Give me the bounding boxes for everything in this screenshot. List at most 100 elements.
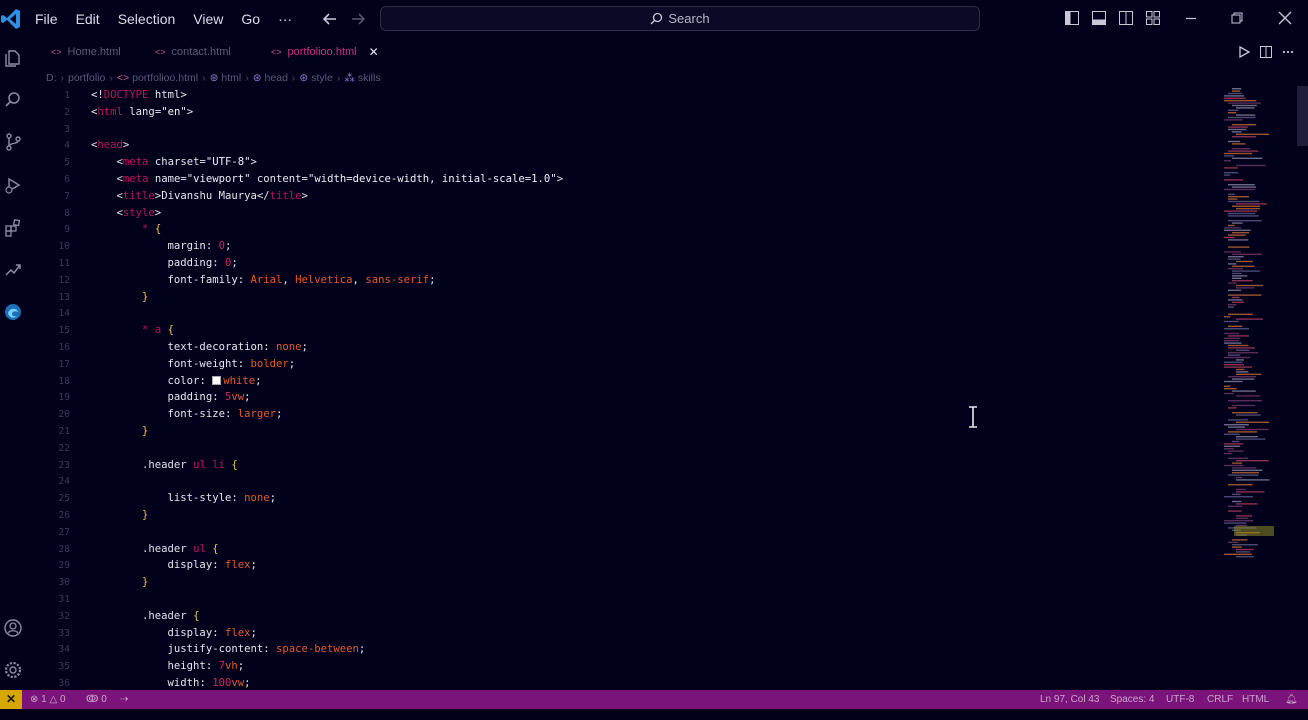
indentation[interactable]: Spaces: 4 <box>1110 690 1154 709</box>
breadcrumb-folder[interactable]: portfolio <box>68 72 105 84</box>
encoding[interactable]: UTF-8 <box>1166 690 1194 709</box>
minimap-line <box>1236 460 1269 462</box>
code-line[interactable]: 19 padding: 5vw; <box>30 389 251 406</box>
code-line[interactable]: 28 .header ul { <box>30 541 219 558</box>
code-line[interactable]: 33 display: flex; <box>30 625 257 642</box>
tab-portfolioo[interactable]: <> portfolioo.html ✕ <box>254 38 402 66</box>
ports-count: 0 <box>101 694 107 705</box>
explorer-icon[interactable] <box>3 48 23 68</box>
code-line[interactable]: 12 font-family: Arial, Helvetica, sans-s… <box>30 272 436 289</box>
code-line[interactable]: 15 * a { <box>30 322 174 339</box>
code-line[interactable]: 18 color: white; <box>30 373 262 390</box>
vscode-logo-icon[interactable] <box>0 5 22 33</box>
line-number: 35 <box>58 661 70 673</box>
code-line[interactable]: 35 height: 7vh; <box>30 658 245 675</box>
menu-view[interactable]: View <box>184 0 232 38</box>
code-line[interactable]: 24 <box>30 473 91 490</box>
breadcrumb-style[interactable]: style <box>311 72 333 84</box>
code-line[interactable]: 36 width: 100vw; <box>30 675 251 688</box>
code-line[interactable]: 31 <box>30 591 91 608</box>
code-line[interactable]: 21 } <box>30 423 149 440</box>
code-line[interactable]: 27 <box>30 524 91 541</box>
tab-home[interactable]: <> Home.html <box>34 38 138 66</box>
run-file-icon[interactable] <box>1237 45 1251 59</box>
menu-more[interactable]: ··· <box>269 0 301 38</box>
toggle-secondary-sidebar-icon[interactable] <box>1118 10 1134 26</box>
customize-layout-icon[interactable] <box>1145 10 1161 26</box>
run-debug-icon[interactable] <box>3 175 23 195</box>
editor-scrollbar[interactable] <box>1297 86 1308 146</box>
minimize-icon[interactable] <box>1183 10 1199 26</box>
restore-icon[interactable] <box>1229 10 1245 26</box>
toggle-panel-icon[interactable] <box>1091 10 1107 26</box>
code-line[interactable]: 16 text-decoration: none; <box>30 339 308 356</box>
code-line[interactable]: 10 margin: 0; <box>30 238 232 255</box>
code-line[interactable]: 4 <head> <box>30 137 129 154</box>
extensions-icon[interactable] <box>3 218 23 238</box>
forward-arrow-icon[interactable] <box>348 9 368 29</box>
search-view-icon[interactable] <box>3 90 23 110</box>
minimap-line <box>1224 155 1235 157</box>
breadcrumb-html[interactable]: html <box>221 72 241 84</box>
code-line[interactable]: 3 <box>30 121 91 138</box>
live-share-icon[interactable]: ⇢ <box>120 690 128 709</box>
code-line[interactable]: 25 list-style: none; <box>30 490 276 507</box>
breadcrumb-head[interactable]: head <box>265 72 288 84</box>
minimap[interactable] <box>1216 86 1302 576</box>
breadcrumb-file[interactable]: portfolioo.html <box>132 72 198 84</box>
title-bar: File Edit Selection View Go ··· Search <box>0 0 1308 38</box>
code-line[interactable]: 13 } <box>30 289 149 306</box>
breadcrumb-skills[interactable]: skills <box>358 72 381 84</box>
end-of-line[interactable]: CRLF <box>1207 690 1233 709</box>
minimap-line <box>1224 380 1243 383</box>
code-line[interactable]: 29 display: flex; <box>30 557 257 574</box>
language-mode[interactable]: HTML <box>1242 690 1269 709</box>
code-line[interactable]: 8 <style> <box>30 205 161 222</box>
more-actions-icon[interactable] <box>1281 45 1295 59</box>
tab-contact[interactable]: <> contact.html <box>138 38 254 66</box>
color-swatch[interactable] <box>212 375 222 385</box>
tab-close-icon[interactable]: ✕ <box>369 45 379 59</box>
search-box[interactable]: Search <box>380 6 980 31</box>
code-line[interactable]: 32 .header { <box>30 608 200 625</box>
code-line[interactable]: 22 <box>30 440 91 457</box>
code-line[interactable]: 2 <html lang="en"> <box>30 104 193 121</box>
toggle-primary-sidebar-icon[interactable] <box>1064 10 1080 26</box>
back-arrow-icon[interactable] <box>320 9 340 29</box>
line-number: 9 <box>64 224 70 236</box>
menu-go[interactable]: Go <box>232 0 269 38</box>
code-line[interactable]: 34 justify-content: space-between; <box>30 641 366 658</box>
split-editor-icon[interactable] <box>1259 45 1273 59</box>
menu-file[interactable]: File <box>26 0 67 38</box>
code-line[interactable]: 1 <!DOCTYPE html> <box>30 87 186 104</box>
menu-selection[interactable]: Selection <box>109 0 185 38</box>
minimap-line <box>1236 551 1251 553</box>
code-line[interactable]: 30 } <box>30 574 149 591</box>
notifications-bell-icon[interactable]: 🔔︎ <box>1285 690 1298 709</box>
ports-indicator[interactable]: ↂ 0 <box>86 690 107 709</box>
code-line[interactable]: 7 <title>Divanshu Maurya</title> <box>30 188 308 205</box>
code-line[interactable]: 14 <box>30 305 91 322</box>
close-window-icon[interactable] <box>1277 10 1293 26</box>
source-control-icon[interactable] <box>3 132 23 152</box>
code-line[interactable]: 26 } <box>30 507 149 524</box>
manage-gear-icon[interactable] <box>3 660 23 680</box>
code-line[interactable]: 20 font-size: larger; <box>30 406 283 423</box>
code-line[interactable]: 5 <meta charset="UTF-8"> <box>30 154 257 171</box>
cursor-position[interactable]: Ln 97, Col 43 <box>1040 690 1100 709</box>
code-line[interactable]: 23 .header ul li { <box>30 457 238 474</box>
code-line[interactable]: 9 * { <box>30 221 161 238</box>
problems-indicator[interactable]: ⊗ 1 △ 0 <box>30 690 66 709</box>
code-editor[interactable]: 1 <!DOCTYPE html> 2 <html lang="en"> 3 4 <head… <box>30 86 1215 688</box>
error-count: 1 <box>41 694 47 705</box>
account-icon[interactable] <box>3 618 23 638</box>
code-line[interactable]: 17 font-weight: bolder; <box>30 356 296 373</box>
code-line[interactable]: 6 <meta name="viewport" content="width=d… <box>30 171 563 188</box>
remote-indicator-icon[interactable]: ✕ <box>0 690 22 709</box>
code-line[interactable]: 11 padding: 0; <box>30 255 238 272</box>
minimap-line <box>1228 294 1262 296</box>
remote-explorer-icon[interactable] <box>3 260 23 280</box>
breadcrumb-drive[interactable]: D: <box>46 72 57 84</box>
menu-edit[interactable]: Edit <box>67 0 109 38</box>
edge-devtools-icon[interactable] <box>3 302 23 322</box>
